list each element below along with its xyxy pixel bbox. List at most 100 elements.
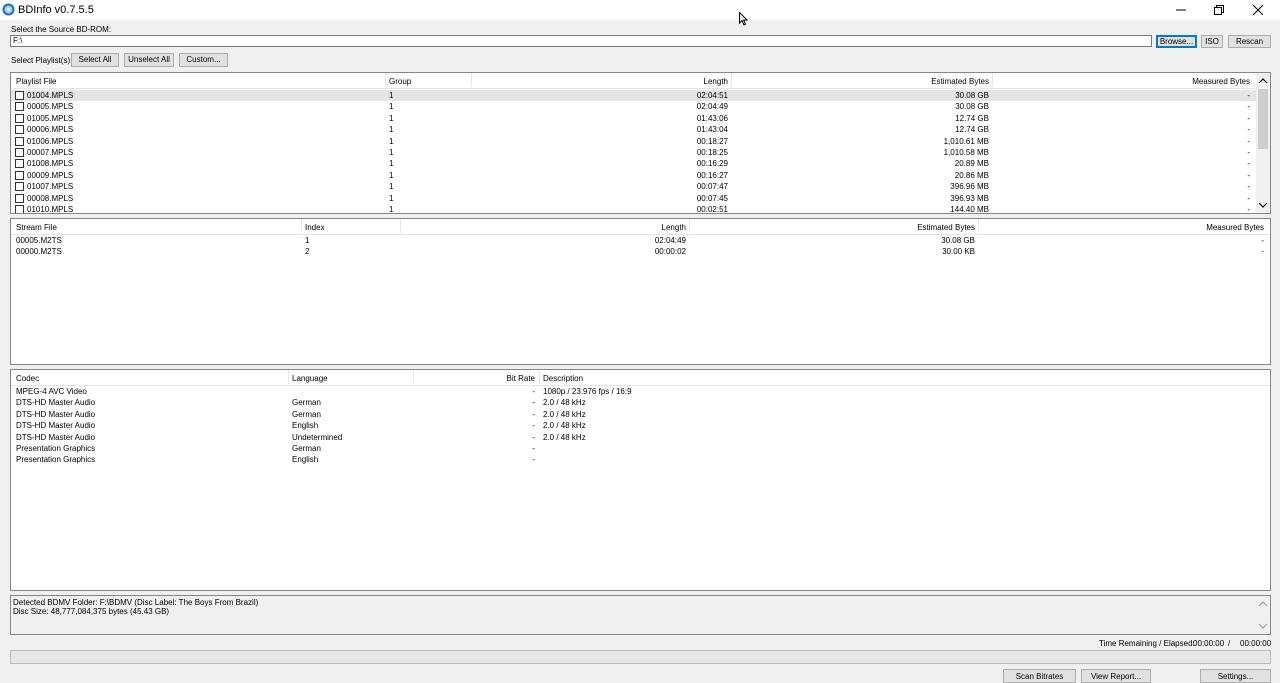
- cell-measured-bytes: -: [1247, 113, 1250, 123]
- cell-length: 02:04:51: [696, 91, 728, 100]
- unselect-all-button[interactable]: Unselect All: [124, 53, 174, 67]
- cell-language: English: [292, 421, 319, 431]
- stream-row[interactable]: 00000.M2TS 2 00:00:02 30.00 KB -: [11, 246, 1270, 257]
- header-stream-measured-bytes[interactable]: Measured Bytes: [978, 223, 1264, 232]
- playlist-header: Playlist File Group Length Estimated Byt…: [11, 73, 1258, 89]
- mouse-cursor-icon: [739, 12, 748, 26]
- cell-codec: Presentation Graphics: [16, 455, 96, 465]
- playlist-checkbox[interactable]: [15, 148, 24, 157]
- cell-playlist-file: 01008.MPLS: [27, 159, 74, 169]
- time-remaining-value: 00:00:00: [1193, 639, 1225, 648]
- cell-estimated-bytes: 144.40 MB: [950, 205, 989, 214]
- playlist-row[interactable]: 00007.MPLS 1 00:18:25 1,010.58 MB -: [11, 147, 1258, 158]
- playlist-checkbox[interactable]: [15, 182, 24, 192]
- playlist-checkbox[interactable]: [15, 205, 24, 213]
- cell-measured-bytes: -: [1247, 148, 1250, 157]
- settings-button[interactable]: Settings...: [1200, 669, 1271, 683]
- playlist-checkbox[interactable]: [15, 136, 24, 146]
- cell-description: 1080p / 23.976 fps / 16:9: [543, 387, 632, 396]
- cell-description: 2.0 / 48 kHz: [543, 409, 586, 419]
- cell-group: 1: [389, 159, 394, 169]
- playlist-row[interactable]: 01005.MPLS 1 01:43:06 12.74 GB -: [11, 113, 1258, 124]
- status-scroll-down-icon[interactable]: [1258, 621, 1268, 631]
- source-path-input[interactable]: F:\: [10, 35, 1152, 47]
- codec-row[interactable]: DTS-HD Master Audio German -2.0 / 48 kHz: [11, 397, 1270, 408]
- cell-group: 1: [389, 113, 394, 123]
- rescan-button[interactable]: Rescan: [1228, 35, 1271, 48]
- playlist-row[interactable]: 01006.MPLS 1 00:18:27 1,010.61 MB -: [11, 136, 1258, 147]
- header-group[interactable]: Group: [389, 77, 411, 86]
- codec-row[interactable]: MPEG-4 AVC Video -1080p / 23.976 fps / 16…: [11, 386, 1270, 397]
- stream-file-list[interactable]: Stream File Index Length Estimated Bytes…: [10, 218, 1271, 365]
- header-codec[interactable]: Codec: [16, 374, 39, 383]
- scroll-up-arrow-icon[interactable]: [1258, 76, 1268, 86]
- cell-bit-rate: -: [532, 421, 535, 431]
- cell-stream-measured-bytes: -: [1261, 236, 1264, 245]
- cell-estimated-bytes: 396.96 MB: [950, 182, 989, 192]
- playlist-row[interactable]: 00009.MPLS 1 00:16:27 20.86 MB -: [11, 170, 1258, 181]
- restore-button[interactable]: [1200, 0, 1238, 20]
- browse-button[interactable]: Browse...: [1156, 35, 1197, 48]
- select-all-button[interactable]: Select All: [71, 53, 119, 67]
- header-measured-bytes[interactable]: Measured Bytes: [992, 77, 1250, 86]
- playlist-checkbox[interactable]: [15, 113, 24, 123]
- cell-measured-bytes: -: [1247, 182, 1250, 192]
- close-icon: [1253, 5, 1263, 15]
- playlist-checkbox[interactable]: [15, 193, 24, 203]
- playlist-checkbox[interactable]: [15, 159, 24, 169]
- playlist-checkbox[interactable]: [15, 102, 24, 112]
- codec-row[interactable]: DTS-HD Master Audio Undetermined -2.0 / 48…: [11, 432, 1270, 443]
- cell-length: 02:04:49: [696, 102, 728, 112]
- playlist-checkbox[interactable]: [15, 170, 24, 180]
- codec-row[interactable]: Presentation Graphics English -: [11, 454, 1270, 465]
- status-scrollbar[interactable]: [1256, 596, 1270, 634]
- cell-length: 00:16:29: [696, 159, 728, 169]
- playlist-row[interactable]: 01008.MPLS 1 00:16:29 20.89 MB -: [11, 158, 1258, 169]
- playlist-row[interactable]: 01010.MPLS 1 00:02:51 144.40 MB -: [11, 204, 1258, 214]
- playlist-scrollbar[interactable]: [1256, 73, 1270, 213]
- scan-bitrates-button[interactable]: Scan Bitrates: [1003, 669, 1076, 683]
- playlist-row[interactable]: 01004.MPLS 1 02:04:51 30.08 GB -: [11, 90, 1258, 101]
- playlist-checkbox[interactable]: [15, 91, 24, 100]
- header-stream-length[interactable]: Length: [400, 223, 686, 232]
- stream-row[interactable]: 00005.M2TS 1 02:04:49 30.08 GB -: [11, 235, 1270, 246]
- cell-measured-bytes: -: [1247, 170, 1250, 180]
- playlist-row[interactable]: 00008.MPLS 1 00:07:45 396.93 MB -: [11, 193, 1258, 204]
- cell-stream-estimated-bytes: 30.00 KB: [942, 247, 975, 257]
- header-playlist-file[interactable]: Playlist File: [16, 77, 56, 86]
- playlist-scroll-thumb[interactable]: [1258, 89, 1268, 149]
- cell-playlist-file: 01004.MPLS: [27, 91, 74, 100]
- playlist-row[interactable]: 00006.MPLS 1 01:43:04 12.74 GB -: [11, 124, 1258, 135]
- playlist-list[interactable]: Playlist File Group Length Estimated Byt…: [10, 72, 1271, 214]
- codec-row[interactable]: DTS-HD Master Audio German -2.0 / 48 kHz: [11, 409, 1270, 420]
- close-button[interactable]: [1239, 0, 1277, 20]
- header-index[interactable]: Index: [305, 223, 325, 232]
- cell-length: 00:02:51: [696, 205, 728, 214]
- cell-language: German: [292, 409, 321, 419]
- header-length[interactable]: Length: [471, 77, 728, 86]
- header-stream-estimated-bytes[interactable]: Estimated Bytes: [689, 223, 975, 232]
- iso-button[interactable]: ISO: [1201, 35, 1223, 48]
- header-language[interactable]: Language: [292, 374, 328, 383]
- codec-header: Codec Language Bit Rate Description: [11, 370, 1270, 386]
- time-separator: /: [1228, 639, 1231, 648]
- header-stream-file[interactable]: Stream File: [16, 223, 57, 232]
- header-bit-rate[interactable]: Bit Rate: [413, 374, 535, 383]
- minimize-button[interactable]: [1162, 0, 1200, 20]
- codec-list[interactable]: Codec Language Bit Rate Description MPEG…: [10, 369, 1271, 591]
- header-estimated-bytes[interactable]: Estimated Bytes: [731, 77, 989, 86]
- status-scroll-up-icon[interactable]: [1258, 599, 1268, 609]
- codec-row[interactable]: DTS-HD Master Audio English -2.0 / 48 kHz: [11, 420, 1270, 431]
- cell-codec: DTS-HD Master Audio: [16, 432, 96, 442]
- playlist-row[interactable]: 00005.MPLS 1 02:04:49 30.08 GB -: [11, 101, 1258, 112]
- title-bar: BDInfo v0.7.5.5: [0, 0, 1280, 20]
- header-description[interactable]: Description: [543, 374, 583, 383]
- codec-row[interactable]: Presentation Graphics German -: [11, 443, 1270, 454]
- view-report-button[interactable]: View Report...: [1081, 669, 1151, 683]
- stream-header: Stream File Index Length Estimated Bytes…: [11, 219, 1270, 235]
- playlist-row[interactable]: 01007.MPLS 1 00:07:47 396.96 MB -: [11, 181, 1258, 192]
- custom-button[interactable]: Custom...: [179, 53, 228, 67]
- scroll-down-arrow-icon[interactable]: [1258, 200, 1268, 210]
- playlist-checkbox[interactable]: [15, 125, 24, 135]
- cell-language: English: [292, 455, 319, 465]
